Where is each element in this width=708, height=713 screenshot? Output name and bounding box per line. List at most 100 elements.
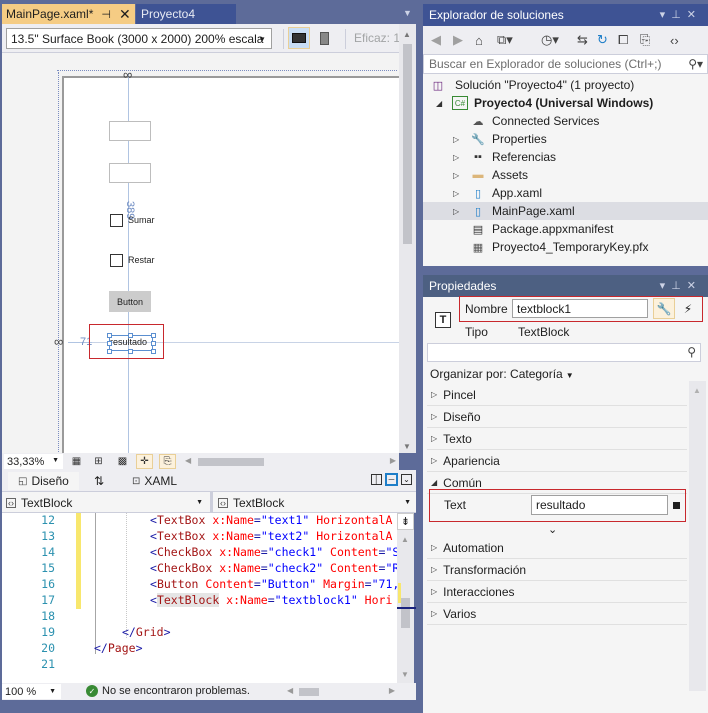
arrange-by-select[interactable]: Organizar por: Categoría ▼ bbox=[430, 367, 574, 381]
show-all-files-icon[interactable]: ⎘ bbox=[640, 31, 650, 49]
code-line[interactable]: 16 <Button Content="Button" Margin="71, bbox=[2, 577, 399, 593]
property-category[interactable]: ▷ Pincel bbox=[427, 384, 687, 406]
project-code-icon[interactable]: ⎘ bbox=[159, 454, 176, 469]
pin-icon[interactable]: ⊥ bbox=[671, 9, 687, 21]
scroll-left-icon[interactable]: ◀ bbox=[287, 686, 293, 695]
scroll-down-icon[interactable]: ▼ bbox=[401, 670, 409, 679]
editor-horizontal-scrollbar[interactable]: ◀ ▶ bbox=[287, 684, 397, 699]
scroll-right-icon[interactable]: ▶ bbox=[390, 456, 396, 465]
resize-handle[interactable] bbox=[107, 341, 112, 346]
element-select[interactable]: ‹› TextBlock ▼ bbox=[214, 493, 416, 512]
tree-item[interactable]: ▦ Proyecto4_TemporaryKey.pfx bbox=[423, 238, 708, 256]
designer-textbox-1[interactable] bbox=[109, 121, 151, 141]
device-select[interactable]: 13.5" Surface Book (3000 x 2000) 200% es… bbox=[6, 28, 272, 49]
forward-icon[interactable]: ▶ bbox=[453, 31, 463, 49]
code-line[interactable]: 19 </Grid> bbox=[2, 625, 397, 641]
close-icon[interactable]: ✕ bbox=[687, 9, 702, 21]
dropdown-icon[interactable]: ▾ bbox=[660, 9, 672, 21]
editor-zoom-select[interactable]: 100 % ▼ bbox=[2, 684, 61, 699]
property-category[interactable]: ▷ Automation bbox=[427, 537, 687, 559]
design-canvas[interactable]: ∞ ∞ 389 Sumar Restar Button 71 resultado bbox=[2, 53, 399, 453]
designer-textblock[interactable]: resultado bbox=[110, 337, 147, 347]
tree-item[interactable]: ▷ 🔧 Properties bbox=[423, 130, 708, 148]
collapse-pane-button[interactable]: ⌄ bbox=[401, 474, 412, 485]
property-category[interactable]: ▷ Diseño bbox=[427, 406, 687, 428]
scroll-up-icon[interactable]: ▲ bbox=[403, 30, 411, 39]
portrait-button[interactable] bbox=[313, 27, 335, 49]
collapse-all-icon[interactable]: ⧠ bbox=[618, 31, 628, 49]
pending-changes-icon[interactable]: ◷▾ bbox=[541, 31, 559, 49]
zoom-select[interactable]: 33,33% ▼ bbox=[4, 454, 63, 469]
tree-item[interactable]: ▷ ▪▪ Referencias bbox=[423, 148, 708, 166]
tree-item[interactable]: ▷ ▯ App.xaml bbox=[423, 184, 708, 202]
code-line[interactable]: 14 <CheckBox x:Name="check1" Content="S bbox=[2, 545, 399, 561]
artboard-background-icon[interactable]: ▩ bbox=[114, 454, 131, 469]
resize-handle[interactable] bbox=[151, 341, 156, 346]
snap-grid-icon[interactable]: ⊞ bbox=[90, 454, 107, 469]
pin-icon[interactable]: ⊣ bbox=[101, 8, 111, 21]
tab-mainpage-xaml[interactable]: MainPage.xaml* ⊣ ✕ bbox=[2, 4, 135, 24]
view-code-icon[interactable]: ‹› bbox=[670, 31, 679, 49]
tree-item[interactable]: ▤ Package.appxmanifest bbox=[423, 220, 708, 238]
designer-horizontal-scrollbar[interactable]: ◀ ▶ bbox=[183, 454, 398, 469]
resize-handle[interactable] bbox=[128, 349, 133, 354]
scroll-up-icon[interactable]: ▲ bbox=[693, 386, 701, 395]
designer-checkbox-sumar[interactable] bbox=[110, 214, 123, 227]
sync-icon[interactable]: ⇆ bbox=[577, 31, 588, 49]
property-marker-icon[interactable] bbox=[673, 502, 680, 509]
tab-xaml[interactable]: ⊡ XAML bbox=[132, 472, 177, 490]
code-line[interactable]: 17 <TextBlock x:Name="textblock1" Hori bbox=[2, 593, 397, 609]
scroll-up-icon[interactable]: ▲ bbox=[401, 535, 409, 544]
xaml-editor[interactable]: 12 <TextBox x:Name="text1" HorizontalA 13 <… bbox=[2, 513, 399, 683]
scroll-thumb[interactable] bbox=[401, 598, 410, 628]
landscape-button[interactable] bbox=[288, 27, 310, 49]
property-category[interactable]: ▷ Transformación bbox=[427, 559, 687, 581]
refresh-icon[interactable]: ↻ bbox=[597, 31, 608, 49]
close-icon[interactable]: ✕ bbox=[119, 6, 131, 23]
link-icon[interactable]: ∞ bbox=[54, 334, 63, 349]
switch-views-icon[interactable]: ⧉▾ bbox=[497, 31, 513, 49]
resize-handle[interactable] bbox=[107, 349, 112, 354]
scroll-thumb[interactable] bbox=[299, 688, 319, 696]
vertical-split-button[interactable]: │ bbox=[371, 474, 382, 485]
expand-icon[interactable]: ▷ bbox=[453, 153, 459, 162]
code-line[interactable]: 12 <TextBox x:Name="text1" HorizontalA bbox=[2, 513, 397, 529]
property-category[interactable]: ▷ Varios bbox=[427, 603, 687, 625]
solution-search-input[interactable]: Buscar en Explorador de soluciones (Ctrl… bbox=[423, 54, 708, 74]
search-icon[interactable]: ⚲▾ bbox=[688, 57, 703, 71]
show-more-chevron-icon[interactable]: ⌄ bbox=[548, 523, 557, 536]
scroll-thumb[interactable] bbox=[198, 458, 264, 466]
element-scope-select[interactable]: ‹› TextBlock ▼ bbox=[2, 493, 208, 512]
events-view-button[interactable]: ⚡ bbox=[678, 298, 698, 319]
expand-icon[interactable]: ▷ bbox=[453, 189, 459, 198]
designer-checkbox-restar[interactable] bbox=[110, 254, 123, 267]
dropdown-icon[interactable]: ▾ bbox=[660, 280, 672, 292]
tree-item[interactable]: ◫ Solución "Proyecto4" (1 proyecto) bbox=[423, 76, 708, 94]
swap-panes-button[interactable]: ⇅ bbox=[94, 472, 104, 490]
designer-vertical-scrollbar[interactable]: ▲ ▼ bbox=[399, 24, 416, 453]
text-property-input[interactable]: resultado bbox=[531, 495, 668, 515]
snap-lines-icon[interactable]: ✛ bbox=[136, 454, 153, 469]
resize-handle[interactable] bbox=[107, 333, 112, 338]
resize-handle[interactable] bbox=[128, 333, 133, 338]
link-icon[interactable]: ∞ bbox=[123, 67, 132, 82]
properties-view-button[interactable]: 🔧 bbox=[653, 298, 675, 319]
properties-search-input[interactable]: ⚲ bbox=[427, 343, 701, 362]
expand-icon[interactable]: ▷ bbox=[453, 171, 459, 180]
close-icon[interactable]: ✕ bbox=[687, 280, 702, 292]
grid-icon[interactable]: ▦ bbox=[68, 454, 85, 469]
scroll-down-icon[interactable]: ▼ bbox=[403, 442, 411, 451]
scroll-right-icon[interactable]: ▶ bbox=[389, 686, 395, 695]
property-category[interactable]: ▷ Texto bbox=[427, 428, 687, 450]
designer-button[interactable]: Button bbox=[109, 291, 151, 312]
split-editor-handle[interactable]: ⇟ bbox=[397, 513, 414, 530]
scroll-left-icon[interactable]: ◀ bbox=[185, 456, 191, 465]
code-line[interactable]: 18 bbox=[2, 609, 397, 625]
resize-handle[interactable] bbox=[151, 333, 156, 338]
tab-proyecto4[interactable]: Proyecto4 bbox=[136, 4, 236, 24]
pin-icon[interactable]: ⊥ bbox=[671, 280, 687, 292]
code-line[interactable]: 13 <TextBox x:Name="text2" HorizontalA bbox=[2, 529, 397, 545]
back-icon[interactable]: ◀ bbox=[431, 31, 441, 49]
code-line[interactable]: 20 </Page> bbox=[2, 641, 397, 657]
code-line[interactable]: 21 bbox=[2, 657, 397, 673]
